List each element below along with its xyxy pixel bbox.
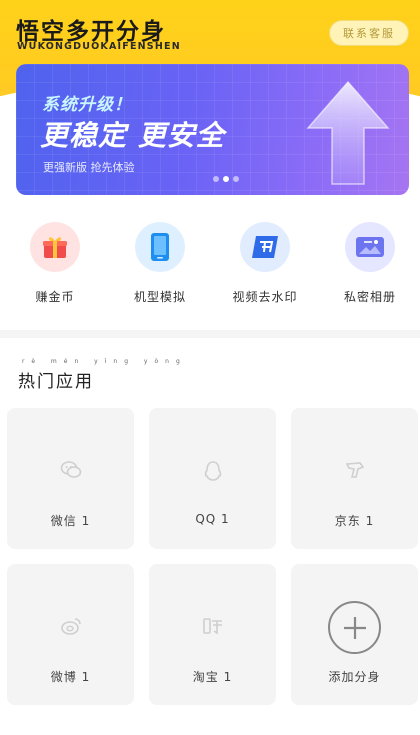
feature-label: 私密相册 bbox=[343, 290, 396, 304]
upgrade-arrow-icon bbox=[306, 80, 390, 185]
weibo-icon bbox=[60, 618, 81, 635]
app-subtitle: WUKONGDUOKAIFENSHEN bbox=[17, 41, 181, 52]
album-icon bbox=[345, 222, 395, 272]
app-card-add-clone[interactable]: 添加分身 bbox=[291, 564, 418, 705]
feature-private-album[interactable]: 私密相册 bbox=[325, 222, 415, 305]
app-name: QQ 1 bbox=[195, 512, 230, 526]
section-pinyin: rè mén yìng yòng bbox=[22, 358, 187, 365]
app-card-wechat[interactable]: 微信 1 bbox=[7, 408, 134, 549]
feature-label: 视频去水印 bbox=[232, 290, 298, 304]
feature-label: 赚金币 bbox=[35, 290, 75, 304]
section-divider bbox=[0, 330, 420, 338]
app-name: 添加分身 bbox=[328, 670, 381, 684]
banner-tag: 系统升级！ bbox=[42, 95, 132, 115]
feature-remove-watermark[interactable]: 视频去水印 bbox=[220, 222, 310, 305]
jd-icon bbox=[345, 462, 364, 478]
app-card-qq[interactable]: QQ 1 bbox=[149, 408, 276, 549]
app-card-jd[interactable]: 京东 1 bbox=[291, 408, 418, 549]
banner-subtitle: 更强新版 抢先体验 bbox=[43, 161, 135, 174]
feature-label: 机型模拟 bbox=[133, 290, 186, 304]
feature-device-simulation[interactable]: 机型模拟 bbox=[115, 222, 205, 305]
wechat-icon bbox=[60, 461, 81, 478]
app-card-weibo[interactable]: 微博 1 bbox=[7, 564, 134, 705]
banner-pagination[interactable] bbox=[213, 176, 239, 182]
video-icon bbox=[240, 222, 290, 272]
app-card-taobao[interactable]: 淘宝 1 bbox=[149, 564, 276, 705]
feature-earn-coins[interactable]: 赚金币 bbox=[10, 222, 100, 305]
contact-service-button[interactable]: 联系客服 bbox=[329, 20, 409, 46]
app-name: 淘宝 1 bbox=[192, 670, 233, 684]
pagination-dot-active[interactable] bbox=[223, 176, 229, 182]
taobao-icon bbox=[202, 618, 222, 635]
promo-banner[interactable]: 系统升级！ 更稳定 更安全 更强新版 抢先体验 bbox=[16, 64, 409, 195]
feature-row: 赚金币 机型模拟 视频去水印 私密相册 bbox=[0, 222, 420, 317]
app-name: 京东 1 bbox=[334, 514, 375, 528]
app-name: 微博 1 bbox=[50, 670, 91, 684]
phone-icon bbox=[135, 222, 185, 272]
pagination-dot[interactable] bbox=[233, 176, 239, 182]
banner-title: 更稳定 更安全 bbox=[40, 119, 225, 152]
pagination-dot[interactable] bbox=[213, 176, 219, 182]
section-title-hot-apps: 热门应用 bbox=[18, 372, 94, 392]
plus-icon bbox=[328, 601, 381, 654]
app-name: 微信 1 bbox=[50, 514, 91, 528]
gift-icon bbox=[30, 222, 80, 272]
qq-icon bbox=[204, 461, 221, 481]
